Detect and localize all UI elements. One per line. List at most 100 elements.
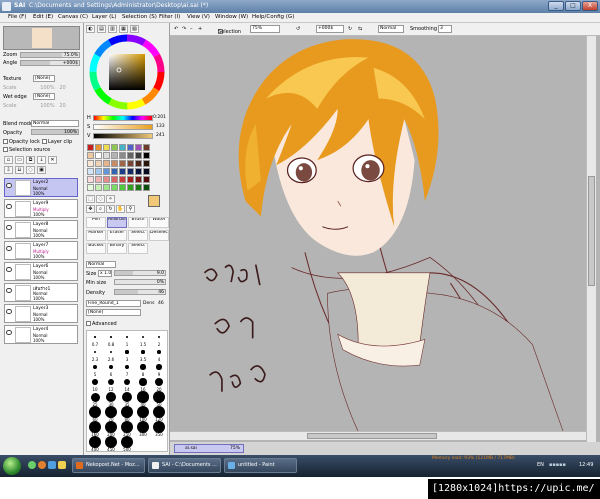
color-swatch[interactable] (135, 184, 142, 191)
color-swatch[interactable] (111, 160, 118, 167)
brush-preset-dot[interactable] (156, 364, 162, 370)
visibility-eye-icon[interactable] (6, 246, 12, 251)
color-swatch[interactable] (119, 168, 126, 175)
opacity-lock[interactable]: Opacity lock (3, 139, 40, 147)
color-swatch[interactable] (127, 160, 134, 167)
color-swatch[interactable] (95, 176, 102, 183)
eyedropper-icon[interactable]: ⚲ (126, 205, 135, 213)
blend-mode-select[interactable]: Normal (31, 120, 79, 127)
menu-edit[interactable]: Edit (E) (33, 14, 53, 20)
opacity-slider[interactable]: 100% (31, 129, 79, 135)
visibility-eye-icon[interactable] (6, 204, 12, 209)
smoothing-select[interactable]: 3 (438, 25, 452, 33)
move-tool-icon[interactable]: ✥ (86, 205, 95, 213)
brush-preset-dot[interactable] (106, 392, 116, 402)
color-swatch[interactable] (95, 144, 102, 151)
texture-select[interactable]: [None] (33, 75, 55, 82)
brush-preset-dot[interactable] (125, 350, 129, 354)
swatch-icon[interactable]: ▦ (119, 25, 128, 33)
visibility-eye-icon[interactable] (6, 288, 12, 293)
brush-preset-dot[interactable] (109, 350, 113, 354)
color-swatch[interactable] (143, 184, 150, 191)
brush-preset-dot[interactable] (157, 335, 161, 339)
tool-select[interactable]: Select (128, 243, 148, 254)
color-swatch[interactable] (143, 168, 150, 175)
color-swatch[interactable] (103, 184, 110, 191)
val-slider[interactable] (93, 133, 153, 139)
brush-preset-dot[interactable] (90, 392, 100, 402)
brush-blend-select[interactable]: Normal (86, 261, 116, 268)
selection-source[interactable]: Selection source (3, 147, 50, 155)
color-swatch[interactable] (135, 168, 142, 175)
tool-pen[interactable]: Pen (86, 217, 106, 228)
show-desktop-icon[interactable] (28, 461, 36, 469)
layer-row[interactable]: เส้นร่าง1 Normal 100% (4, 283, 78, 302)
color-swatch[interactable] (87, 176, 94, 183)
color-swatch[interactable] (127, 176, 134, 183)
quicklaunch-icon[interactable] (48, 461, 56, 469)
clock[interactable]: 12:49 (579, 462, 593, 468)
layer-row[interactable]: Layer2 Normal 100% (4, 178, 78, 197)
lasso-tool-icon[interactable]: ◌ (96, 195, 105, 203)
brush-texture-select[interactable]: [None] (86, 309, 141, 316)
visibility-eye-icon[interactable] (6, 309, 12, 314)
visibility-eye-icon[interactable] (6, 267, 12, 272)
brush-preset-dot[interactable] (110, 336, 112, 338)
layer-row[interactable]: Layer9 Multiply 100% (4, 199, 78, 218)
hue-slider[interactable] (93, 115, 153, 121)
color-swatch[interactable] (95, 184, 102, 191)
sat-slider[interactable] (93, 124, 153, 130)
trash-icon[interactable]: ▣ (37, 166, 46, 174)
tool-marker[interactable]: Marker (86, 230, 106, 241)
rotate-left-icon[interactable]: ↶ (174, 26, 178, 32)
tool-brush[interactable]: Brush (128, 217, 148, 228)
hsv-slider-icon[interactable]: ▥ (108, 25, 117, 33)
wetedge-select[interactable]: [None] (33, 93, 55, 100)
color-swatch[interactable] (127, 144, 134, 151)
tool-select[interactable]: Select (128, 230, 148, 241)
color-swatch[interactable] (119, 152, 126, 159)
brush-preset-dot[interactable] (137, 391, 149, 403)
brush-preset-dot[interactable] (141, 350, 145, 354)
color-swatch[interactable] (135, 176, 142, 183)
color-swatch[interactable] (143, 160, 150, 167)
color-swatch[interactable] (111, 144, 118, 151)
menu-canvas[interactable]: Canvas (C) (58, 14, 88, 20)
size-multiplier[interactable]: x 1.0 (98, 270, 112, 277)
swatch-grid[interactable] (87, 144, 151, 192)
angle-plus-icon[interactable]: ↻ (348, 26, 352, 32)
brush-preset-dot[interactable] (94, 336, 96, 338)
maximize-button[interactable]: □ (565, 1, 581, 11)
brush-preset-dot[interactable] (157, 350, 161, 354)
merge-down-icon[interactable]: ↓ (37, 156, 46, 164)
menu-view[interactable]: View (V) (187, 14, 210, 20)
magic-wand-icon[interactable]: ✧ (106, 195, 115, 203)
brush-preset-dot[interactable] (126, 336, 128, 338)
clear-layer-icon[interactable]: ◌ (26, 166, 35, 174)
rotate-right-icon[interactable]: ↷ (182, 26, 186, 32)
color-swatch[interactable] (143, 152, 150, 159)
color-swatch[interactable] (119, 184, 126, 191)
color-swatch[interactable] (95, 168, 102, 175)
color-swatch[interactable] (119, 144, 126, 151)
color-swatch[interactable] (95, 160, 102, 167)
layer-row[interactable]: Layer7 Multiply 100% (4, 241, 78, 260)
transfer-down-icon[interactable]: ⇩ (4, 166, 13, 174)
taskbar-item[interactable]: untitled - Paint (224, 458, 297, 473)
brush-preset-dot[interactable] (93, 350, 97, 354)
menu-selection[interactable]: Selection (S) (122, 14, 157, 20)
zoom-out-icon[interactable]: – (190, 26, 193, 32)
color-swatch[interactable] (111, 168, 118, 175)
new-folder-icon[interactable]: ▭ (15, 156, 24, 164)
language-indicator[interactable]: EN (537, 462, 544, 468)
angle-slider[interactable]: +000$ (20, 60, 80, 66)
brush-preset-dot[interactable] (92, 379, 98, 385)
document-tab[interactable]: ai.sai 75% (174, 444, 244, 453)
taskbar-item[interactable]: SAI - C:\Documents ... (148, 458, 221, 473)
brush-preset-dot[interactable] (121, 391, 133, 403)
color-swatch[interactable] (127, 152, 134, 159)
color-swatch[interactable] (87, 168, 94, 175)
tool-eraser[interactable]: Eraser (107, 230, 127, 241)
color-swatch[interactable] (103, 144, 110, 151)
angle-minus-icon[interactable]: ↺ (296, 26, 300, 32)
